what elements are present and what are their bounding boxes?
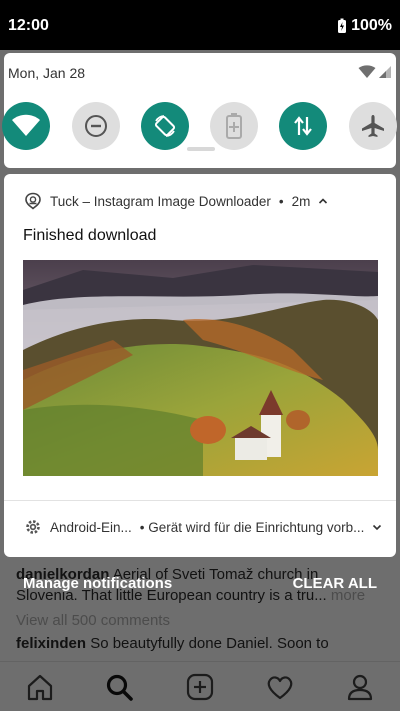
android-setup-text: • Gerät wird für die Einrichtung vorb...: [139, 519, 365, 535]
battery-saver-tile[interactable]: [210, 102, 258, 150]
notification-app-name: Tuck – Instagram Image Downloader: [50, 193, 271, 209]
download-notification[interactable]: Tuck – Instagram Image Downloader • 2m F…: [4, 174, 396, 557]
auto-rotate-icon: [154, 115, 176, 137]
notification-header: Tuck – Instagram Image Downloader • 2m: [24, 192, 328, 210]
android-setup-notification[interactable]: Android-Ein... • Gerät wird für die Einr…: [24, 518, 384, 536]
quick-settings-panel: Mon, Jan 28: [2, 53, 397, 168]
gear-icon: [26, 520, 40, 534]
cell-signal-icon: [379, 66, 391, 78]
status-time: 12:00: [8, 17, 49, 34]
auto-rotate-tile[interactable]: [141, 102, 189, 150]
dnd-tile[interactable]: [72, 102, 120, 150]
notification-title: Finished download: [23, 227, 157, 244]
android-setup-app: Android-Ein...: [50, 519, 132, 535]
qs-date: Mon, Jan 28: [8, 65, 86, 81]
notification-time: 2m: [291, 193, 311, 209]
status-right: 100%: [337, 17, 392, 35]
mobile-data-icon: [294, 116, 312, 136]
status-bar: 12:00 100%: [0, 0, 400, 50]
app-icon: [25, 192, 41, 210]
do-not-disturb-icon: [85, 115, 107, 137]
qs-signal: [358, 65, 392, 79]
manage-notifications-button[interactable]: Manage notifications: [23, 575, 172, 592]
mobile-data-tile[interactable]: [279, 102, 327, 150]
downloaded-image: [23, 260, 378, 476]
wifi-signal-icon: [358, 65, 376, 78]
qs-drag-handle[interactable]: [187, 147, 215, 151]
notification-divider: [4, 500, 396, 501]
wifi-tile[interactable]: [2, 102, 50, 150]
battery-saver-icon: [226, 113, 242, 139]
wifi-icon: [12, 114, 40, 136]
qs-tiles: [2, 102, 397, 152]
notification-time-sep: •: [278, 193, 284, 209]
clear-all-button[interactable]: CLEAR ALL: [293, 575, 377, 592]
battery-percent: 100%: [351, 17, 392, 34]
chevron-down-icon[interactable]: [372, 522, 382, 532]
battery-charging-icon: [338, 18, 347, 33]
airplane-icon: [362, 115, 384, 137]
airplane-tile[interactable]: [349, 102, 397, 150]
chevron-up-icon[interactable]: [318, 196, 328, 206]
